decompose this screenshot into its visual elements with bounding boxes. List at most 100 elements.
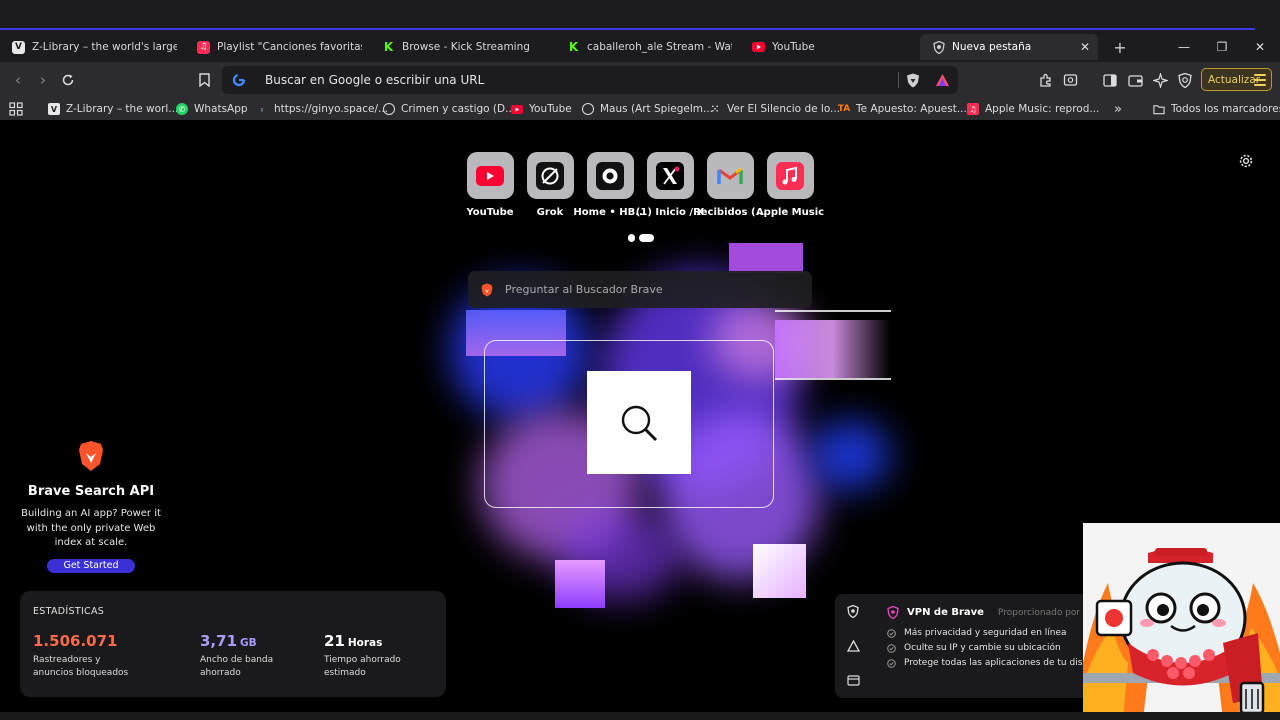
- tab-playlist[interactable]: ♫ Playlist "Canciones favoritas" en: [185, 34, 370, 60]
- sidebar-icon[interactable]: [1100, 70, 1120, 90]
- zlibrary-icon: V: [12, 40, 25, 54]
- check-icon: [887, 658, 896, 668]
- minimize-button[interactable]: —: [1165, 34, 1203, 60]
- new-tab-button[interactable]: +: [1110, 34, 1130, 60]
- brave-rewards-icon[interactable]: [932, 70, 952, 90]
- bookmark-label: Ver El Silencio de lo...: [727, 103, 841, 115]
- chevron-double-right-icon: »: [1114, 101, 1122, 117]
- brave-lion-icon: [79, 441, 103, 471]
- tab-title: caballeroh_ale Stream - Watch L: [587, 41, 732, 53]
- leo-ai-icon[interactable]: [1150, 70, 1170, 90]
- customize-settings-button[interactable]: [1238, 153, 1254, 169]
- bookmark-all-folder[interactable]: Todos los marcadores: [1153, 102, 1280, 116]
- stat-trackers: 1.506.071 Rastreadores y anuncios bloque…: [33, 631, 143, 680]
- stat-value: 21: [324, 632, 345, 650]
- whatsapp-icon: ✆: [176, 103, 188, 115]
- brave-shields-icon[interactable]: [903, 70, 923, 90]
- back-button[interactable]: ‹: [8, 70, 28, 90]
- magnifier-icon: [621, 405, 658, 441]
- address-input[interactable]: [265, 73, 958, 87]
- pager-dot[interactable]: [628, 234, 635, 242]
- top-site-hbo[interactable]: Home • HB...: [573, 152, 647, 218]
- get-started-button[interactable]: Get Started: [47, 558, 135, 573]
- vpn-widget[interactable]: VPN de Brave Proporcionado por Más priva…: [873, 594, 1083, 698]
- tab-new-tab[interactable]: Nueva pestaña ✕: [920, 34, 1098, 60]
- x-icon: [646, 152, 694, 199]
- wallet-icon[interactable]: [1125, 70, 1145, 90]
- hbo-icon: [586, 152, 634, 199]
- toolbar: ‹ ›: [0, 62, 1280, 98]
- menu-icon: [1254, 74, 1266, 89]
- bookmark-teapuesto[interactable]: TA Te Apuesto: Apuest...: [838, 102, 967, 116]
- tab-title: Z-Library – the world's largest e: [32, 41, 177, 53]
- ta-icon: TA: [837, 104, 851, 114]
- tab-youtube[interactable]: YouTube: [740, 34, 920, 60]
- folder-icon: [1153, 103, 1165, 115]
- top-sites: YouTube Grok Home • HB... (1) Inicio / X…: [460, 152, 824, 218]
- brave-lion-icon: [481, 283, 493, 296]
- bookmark-silencio[interactable]: ⁙ Ver El Silencio de lo...: [709, 102, 840, 116]
- bookmark-maus[interactable]: Maus (Art Spiegelm...: [582, 102, 713, 116]
- cards-widget-tab[interactable]: [847, 671, 860, 690]
- brave-search-input[interactable]: [505, 283, 812, 296]
- stat-bandwidth: 3,71 GB Ancho de banda ahorrado: [200, 631, 280, 680]
- bookmark-crimen[interactable]: Crimen y castigo (D...: [383, 102, 515, 116]
- screenshot-icon[interactable]: [1060, 70, 1080, 90]
- top-sites-pager[interactable]: [628, 234, 654, 242]
- webcam-mascot-overlay: [1083, 523, 1280, 720]
- forward-button[interactable]: ›: [33, 70, 53, 90]
- top-site-youtube[interactable]: YouTube: [460, 152, 520, 218]
- extensions-icon[interactable]: [1035, 70, 1055, 90]
- top-site-label: YouTube: [466, 207, 514, 218]
- rewards-widget-tab[interactable]: [846, 637, 861, 656]
- address-bar[interactable]: [222, 66, 958, 94]
- top-site-x[interactable]: (1) Inicio / X: [636, 152, 704, 218]
- triangle-icon: [846, 639, 861, 652]
- zlibrary-icon: V: [48, 103, 60, 115]
- tab-title: YouTube: [772, 41, 815, 53]
- bookmark-whatsapp[interactable]: ✆ WhatsApp: [176, 102, 248, 116]
- reload-button[interactable]: [58, 70, 78, 90]
- apple-music-icon: ♫: [197, 40, 210, 54]
- pager-dot-active[interactable]: [639, 234, 654, 242]
- search-artwork: [587, 371, 691, 474]
- grid-icon: ⁙: [710, 103, 720, 115]
- youtube-icon: [466, 152, 514, 199]
- bookmark-zlibrary[interactable]: V Z-Library – the worl...: [48, 102, 178, 116]
- top-site-grok[interactable]: Grok: [520, 152, 580, 218]
- bookmark-button[interactable]: [194, 70, 214, 90]
- bookmark-label: Todos los marcadores: [1171, 103, 1280, 115]
- bookmark-label: Apple Music: reprod...: [985, 103, 1100, 115]
- bookmark-label: YouTube: [529, 103, 572, 115]
- apps-grid-icon[interactable]: [9, 102, 23, 116]
- reload-icon: [62, 74, 74, 86]
- top-site-apple-music[interactable]: Apple Music: [756, 152, 824, 218]
- bookmark-ginyo[interactable]: ⸗ https://ginyo.space/...: [256, 102, 388, 116]
- widget-switcher: [835, 594, 873, 698]
- bookmark-apple-music[interactable]: ♫ Apple Music: reprod...: [967, 102, 1099, 116]
- brave-search-api-promo: Brave Search API Building an AI app? Pow…: [20, 440, 162, 573]
- vpn-widget-tab[interactable]: [847, 603, 859, 622]
- update-button[interactable]: Actualizar: [1201, 68, 1272, 91]
- stat-value: 3,71: [200, 632, 238, 650]
- restore-button[interactable]: ❐: [1203, 34, 1241, 60]
- top-site-gmail[interactable]: Recibidos (...: [693, 152, 767, 218]
- google-icon: [232, 73, 246, 87]
- bookmark-label: WhatsApp: [194, 103, 248, 115]
- tab-zlibrary[interactable]: V Z-Library – the world's largest e: [0, 34, 185, 60]
- bookmark-youtube[interactable]: YouTube: [511, 102, 572, 116]
- stats-heading: ESTADÍSTICAS: [33, 606, 105, 617]
- tab-kick-browse[interactable]: K Browse - Kick Streaming: [370, 34, 555, 60]
- promo-title: Brave Search API: [27, 484, 155, 499]
- bookmark-label: Crimen y castigo (D...: [401, 103, 516, 115]
- bookmark-icon: [198, 73, 210, 87]
- brave-search-box[interactable]: [468, 271, 812, 308]
- promo-body: Building an AI app? Power it with the on…: [21, 508, 161, 548]
- youtube-icon: [511, 103, 523, 115]
- card-icon: [847, 675, 860, 686]
- bookmarks-overflow-button[interactable]: »: [1114, 101, 1122, 117]
- tab-kick-stream[interactable]: K caballeroh_ale Stream - Watch L: [555, 34, 740, 60]
- close-window-button[interactable]: ✕: [1241, 34, 1279, 60]
- vpn-icon[interactable]: [1175, 70, 1195, 90]
- close-tab-icon[interactable]: ✕: [1080, 40, 1090, 54]
